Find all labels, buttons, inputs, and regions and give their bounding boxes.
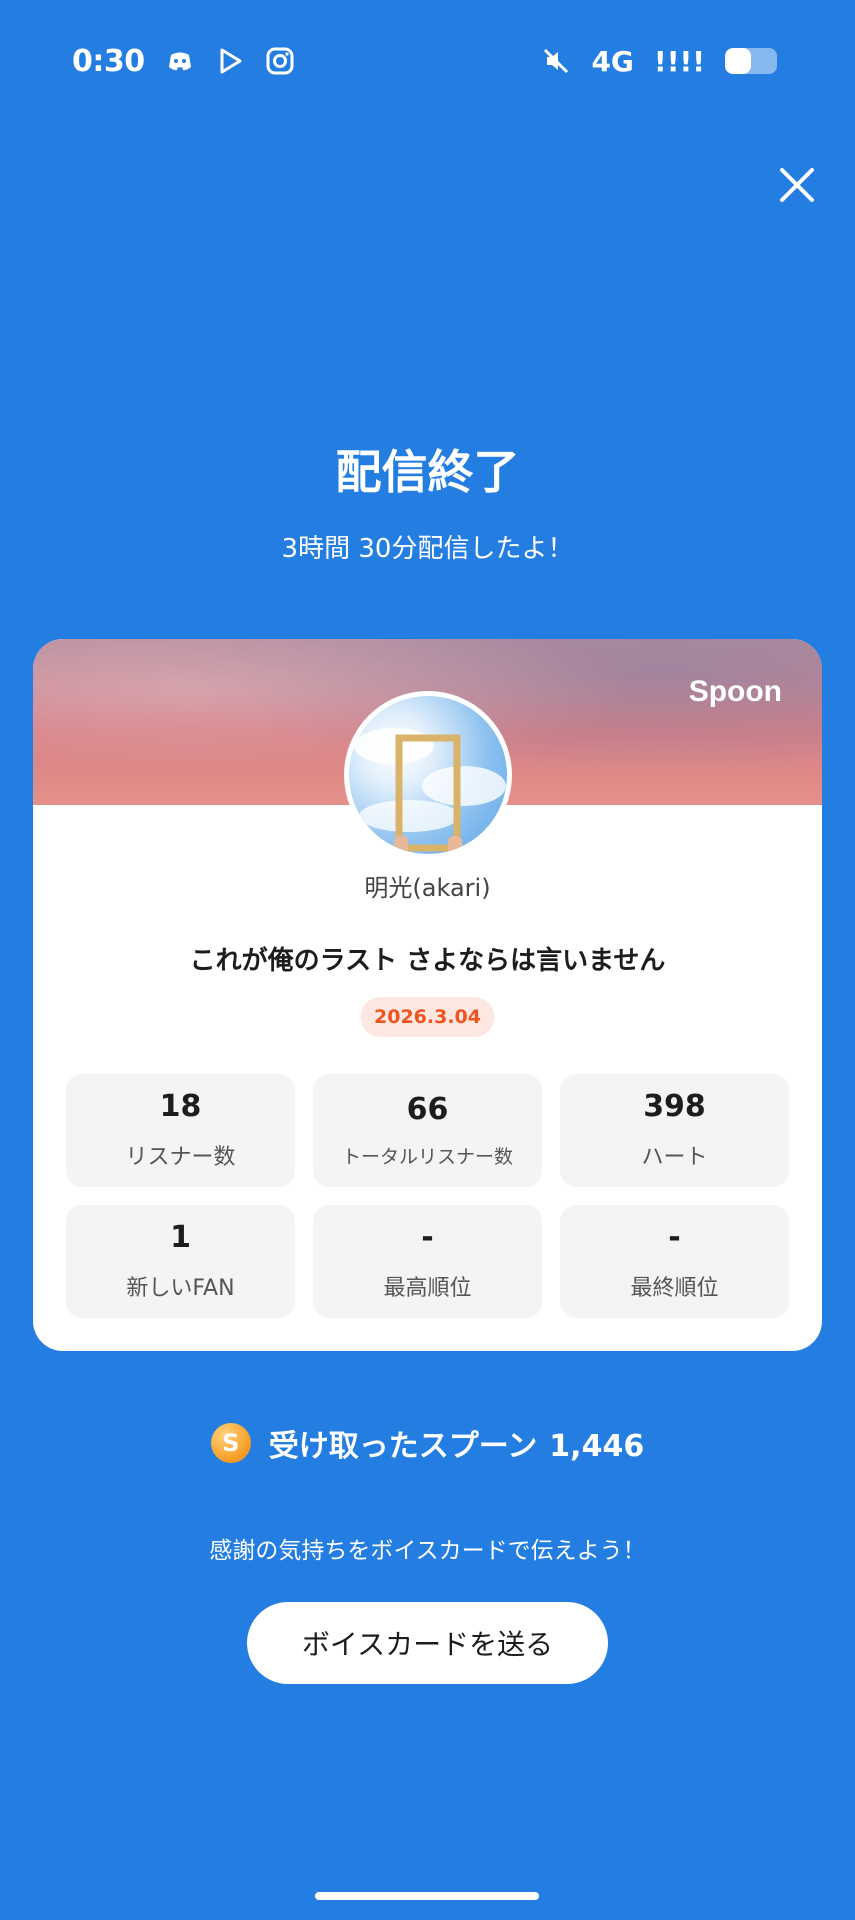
stat-value: 398 [643,1089,706,1124]
stat-final-rank: - 最終順位 [560,1205,789,1318]
signal-icon: !!!! [653,44,705,78]
stat-label: トータルリスナー数 [341,1145,513,1168]
stat-label: ハート [641,1145,708,1170]
send-voice-card-button[interactable]: ボイスカードを送る [247,1602,608,1684]
brand-logo: Spoon [688,675,782,708]
play-store-icon [215,46,245,76]
stat-value: - [668,1220,681,1255]
network-label: 4G [591,44,634,78]
close-button[interactable] [772,160,822,210]
stats-grid: 18 リスナー数 66 トータルリスナー数 398 ハート 1 新しいFAN -… [66,1074,789,1318]
spoons-label-text: 受け取ったスプーン [268,1429,538,1464]
stat-total-listeners: 66 トータルリスナー数 [313,1074,542,1187]
username: 明光(akari) [364,874,491,902]
avatar [344,691,512,859]
spoons-count: 1,446 [549,1429,645,1464]
thanks-message: 感謝の気持ちをボイスカードで伝えよう！ [209,1538,646,1564]
spoons-label: 受け取ったスプーン 1,446 [269,1421,644,1465]
stat-value: 66 [406,1091,449,1127]
status-time: 0:30 [72,43,145,79]
stat-value: 1 [170,1220,191,1255]
stat-hearts: 398 ハート [560,1074,789,1187]
stat-label: 新しいFAN [126,1276,235,1301]
mute-icon [541,46,571,76]
close-icon [780,168,814,202]
stat-label: 最終順位 [630,1276,719,1301]
discord-icon [165,46,195,76]
stat-value: 18 [159,1089,202,1124]
battery-icon [725,48,777,74]
stat-new-fans: 1 新しいFAN [66,1205,295,1318]
instagram-icon [265,46,295,76]
page-title: 配信終了 [335,445,520,499]
status-bar: 0:30 4G !!!! [72,40,783,82]
date-badge: 2026.3.04 [360,997,495,1037]
battery-level [725,48,751,74]
stat-listeners: 18 リスナー数 [66,1074,295,1187]
summary-card: Spoon 明光(akari) これが俺のラスト さよならは言いません 2026… [33,639,822,1351]
live-title: これが俺のラスト さよならは言いません [189,946,666,976]
broadcast-duration: 3時間 30分配信したよ！ [281,534,574,564]
spoon-coin-icon: S [210,1423,251,1463]
stat-highest-rank: - 最高順位 [313,1205,542,1318]
stat-label: リスナー数 [125,1145,236,1170]
spoons-received: S 受け取ったスプーン 1,446 [0,1421,855,1465]
status-right: 4G !!!! [541,45,783,78]
home-indicator[interactable] [315,1892,539,1900]
stat-label: 最高順位 [383,1276,472,1301]
stat-value: - [421,1220,434,1255]
status-left: 0:30 [72,44,295,79]
